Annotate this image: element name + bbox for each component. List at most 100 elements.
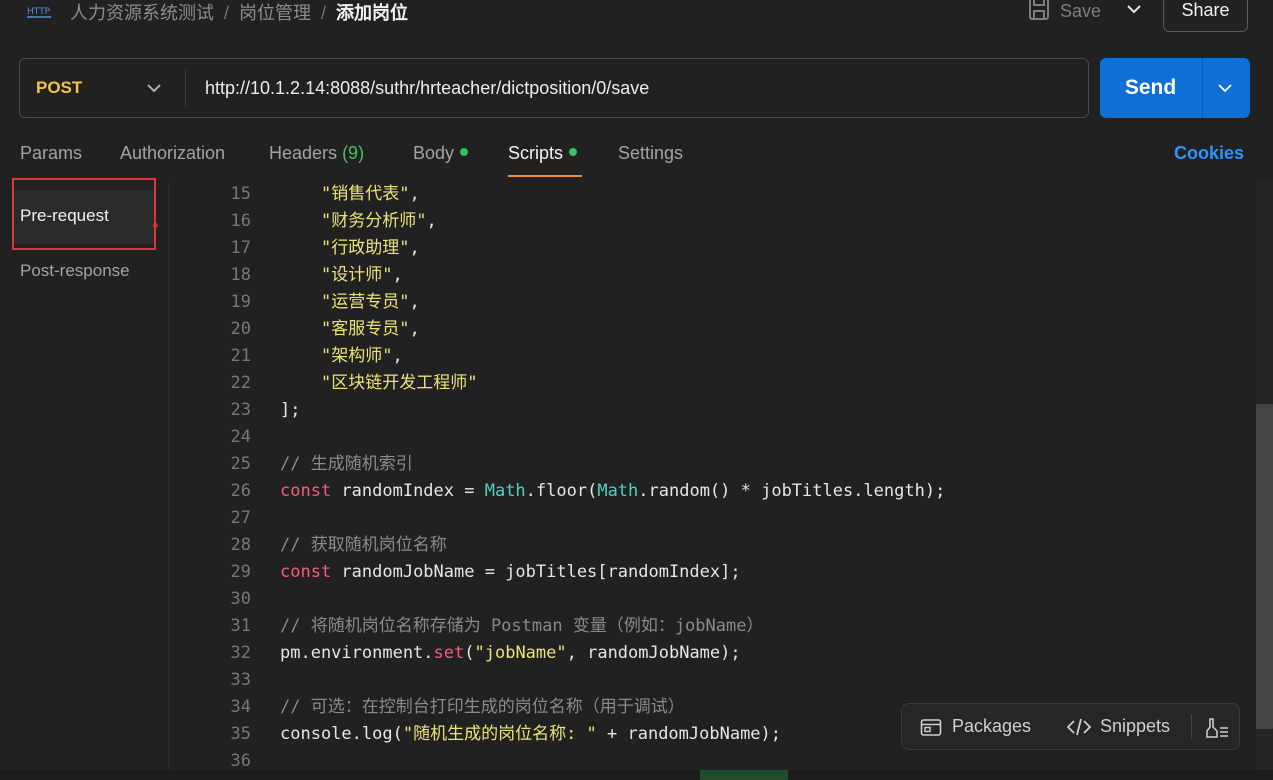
share-button[interactable]: Share — [1163, 0, 1248, 32]
code-line[interactable]: 22 "区块链开发工程师" — [169, 370, 1256, 397]
tab-params[interactable]: Params — [20, 143, 82, 164]
request-tabs: Params Authorization Headers (9) Body Sc… — [0, 136, 1273, 180]
share-label: Share — [1181, 0, 1230, 20]
tab-headers-label: Headers — [269, 143, 338, 163]
tab-authorization[interactable]: Authorization — [120, 143, 225, 164]
line-number: 20 — [230, 319, 251, 339]
code-line[interactable]: 32 pm.environment.set("jobName", randomJo… — [169, 640, 1256, 667]
code-line[interactable]: 25 // 生成随机索引 — [169, 451, 1256, 478]
code-text: // 生成随机索引 — [280, 454, 413, 474]
code-line[interactable]: 23]; — [169, 397, 1256, 424]
code-line[interactable]: 19 "运营专员", — [169, 289, 1256, 316]
line-number: 19 — [230, 292, 251, 312]
line-number: 33 — [230, 670, 251, 690]
status-bar — [0, 770, 1273, 780]
code-text: ]; — [280, 400, 301, 420]
http-protocol-icon: HTTP — [26, 0, 52, 22]
packages-label: Packages — [952, 716, 1032, 736]
clear-console-icon[interactable] — [1205, 704, 1229, 749]
send-button-group: Send — [1100, 58, 1250, 118]
code-line[interactable]: 31 // 将随机岗位名称存储为 Postman 变量（例如：jobName） — [169, 613, 1256, 640]
send-button[interactable]: Send — [1100, 58, 1201, 118]
line-number: 21 — [230, 346, 251, 366]
save-button[interactable]: Save — [1028, 0, 1101, 24]
line-number: 26 — [230, 481, 251, 501]
script-editor[interactable]: 15 "销售代表", 16 "财务分析师", 17 "行政助理", 18 "设计师",… — [169, 182, 1256, 780]
line-number: 30 — [230, 589, 251, 609]
send-chevron-icon[interactable] — [1217, 80, 1233, 96]
line-number: 34 — [230, 697, 251, 717]
divider — [1202, 58, 1203, 118]
status-dot — [460, 148, 469, 157]
line-number: 27 — [230, 508, 251, 528]
code-line[interactable]: 17 "行政助理", — [169, 235, 1256, 262]
divider — [185, 69, 186, 107]
snippets-label: Snippets — [1100, 716, 1171, 736]
code-text: const randomIndex = Math.floor(Math.rand… — [280, 481, 946, 501]
code-line[interactable]: 26 const randomIndex = Math.floor(Math.ra… — [169, 478, 1256, 505]
breadcrumb-separator: / — [224, 3, 230, 23]
save-icon — [1028, 0, 1050, 26]
code-text: // 获取随机岗位名称 — [280, 535, 447, 555]
code-text: "运营专员", — [320, 292, 420, 312]
status-dot — [569, 148, 578, 157]
code-line[interactable]: 16 "财务分析师", — [169, 208, 1256, 235]
line-number: 25 — [230, 454, 251, 474]
code-text: "区块链开发工程师" — [320, 373, 478, 393]
line-number: 17 — [230, 238, 251, 258]
snippets-button[interactable]: Snippets — [1066, 704, 1170, 749]
packages-button[interactable]: Packages — [920, 704, 1031, 749]
breadcrumb: 人力资源系统测试 / 岗位管理 / 添加岗位 — [70, 0, 408, 25]
tab-scripts-label: Scripts — [508, 143, 564, 163]
code-text: const randomJobName = jobTitles[randomIn… — [280, 562, 741, 582]
breadcrumb-folder[interactable]: 岗位管理 — [239, 3, 311, 23]
tab-body[interactable]: Body — [413, 143, 469, 164]
method-selector[interactable]: POST — [36, 59, 82, 117]
code-text: console.log("随机生成的岗位名称: " + randomJobNam… — [280, 724, 782, 744]
line-number: 29 — [230, 562, 251, 582]
code-line[interactable]: 20 "客服专员", — [169, 316, 1256, 343]
code-text: // 将随机岗位名称存储为 Postman 变量（例如：jobName） — [280, 616, 764, 636]
tab-body-label: Body — [413, 143, 455, 163]
line-number: 16 — [230, 211, 251, 231]
breadcrumb-request-name[interactable]: 添加岗位 — [336, 3, 408, 23]
tab-settings[interactable]: Settings — [618, 143, 683, 164]
line-number: 18 — [230, 265, 251, 285]
code-line[interactable]: 29 const randomJobName = jobTitles[random… — [169, 559, 1256, 586]
url-input[interactable]: http://10.1.2.14:8088/suthr/hrteacher/di… — [205, 59, 649, 117]
line-number: 28 — [230, 535, 251, 555]
editor-scrollbar-thumb[interactable] — [1256, 404, 1273, 729]
breadcrumb-separator: / — [321, 3, 327, 23]
request-url-bar: POST http://10.1.2.14:8088/suthr/hrteach… — [19, 58, 1089, 118]
packages-icon — [920, 717, 942, 737]
line-number: 32 — [230, 643, 251, 663]
line-number: 22 — [230, 373, 251, 393]
code-text: // 可选：在控制台打印生成的岗位名称（用于调试） — [280, 697, 685, 717]
code-line[interactable]: 30 — [169, 586, 1256, 613]
line-number: 24 — [230, 427, 251, 447]
chevron-down-icon[interactable] — [1124, 0, 1144, 22]
line-number: 31 — [230, 616, 251, 636]
code-line[interactable]: 33 — [169, 667, 1256, 694]
chevron-down-icon[interactable] — [146, 80, 162, 96]
code-line[interactable]: 15 "销售代表", — [169, 182, 1256, 208]
snippets-icon — [1066, 717, 1092, 737]
code-line[interactable]: 21 "架构师", — [169, 343, 1256, 370]
code-text: pm.environment.set("jobName", randomJobN… — [280, 643, 741, 663]
code-text: "设计师", — [320, 265, 403, 285]
code-line[interactable]: 27 — [169, 505, 1256, 532]
code-text: "架构师", — [320, 346, 403, 366]
line-number: 23 — [230, 400, 251, 420]
code-line[interactable]: 18 "设计师", — [169, 262, 1256, 289]
headers-count-badge: (9) — [342, 143, 365, 163]
breadcrumb-collection[interactable]: 人力资源系统测试 — [70, 3, 214, 23]
code-line[interactable]: 28 // 获取随机岗位名称 — [169, 532, 1256, 559]
line-number: 35 — [230, 724, 251, 744]
code-line[interactable]: 24 — [169, 424, 1256, 451]
tab-headers[interactable]: Headers (9) — [269, 143, 364, 164]
cookies-link[interactable]: Cookies — [1174, 143, 1244, 164]
code-text: "客服专员", — [320, 319, 420, 339]
tab-scripts[interactable]: Scripts — [508, 143, 578, 164]
annotation-highlight-box — [12, 178, 156, 250]
sidebar-item-post-response[interactable]: Post-response — [20, 261, 130, 281]
